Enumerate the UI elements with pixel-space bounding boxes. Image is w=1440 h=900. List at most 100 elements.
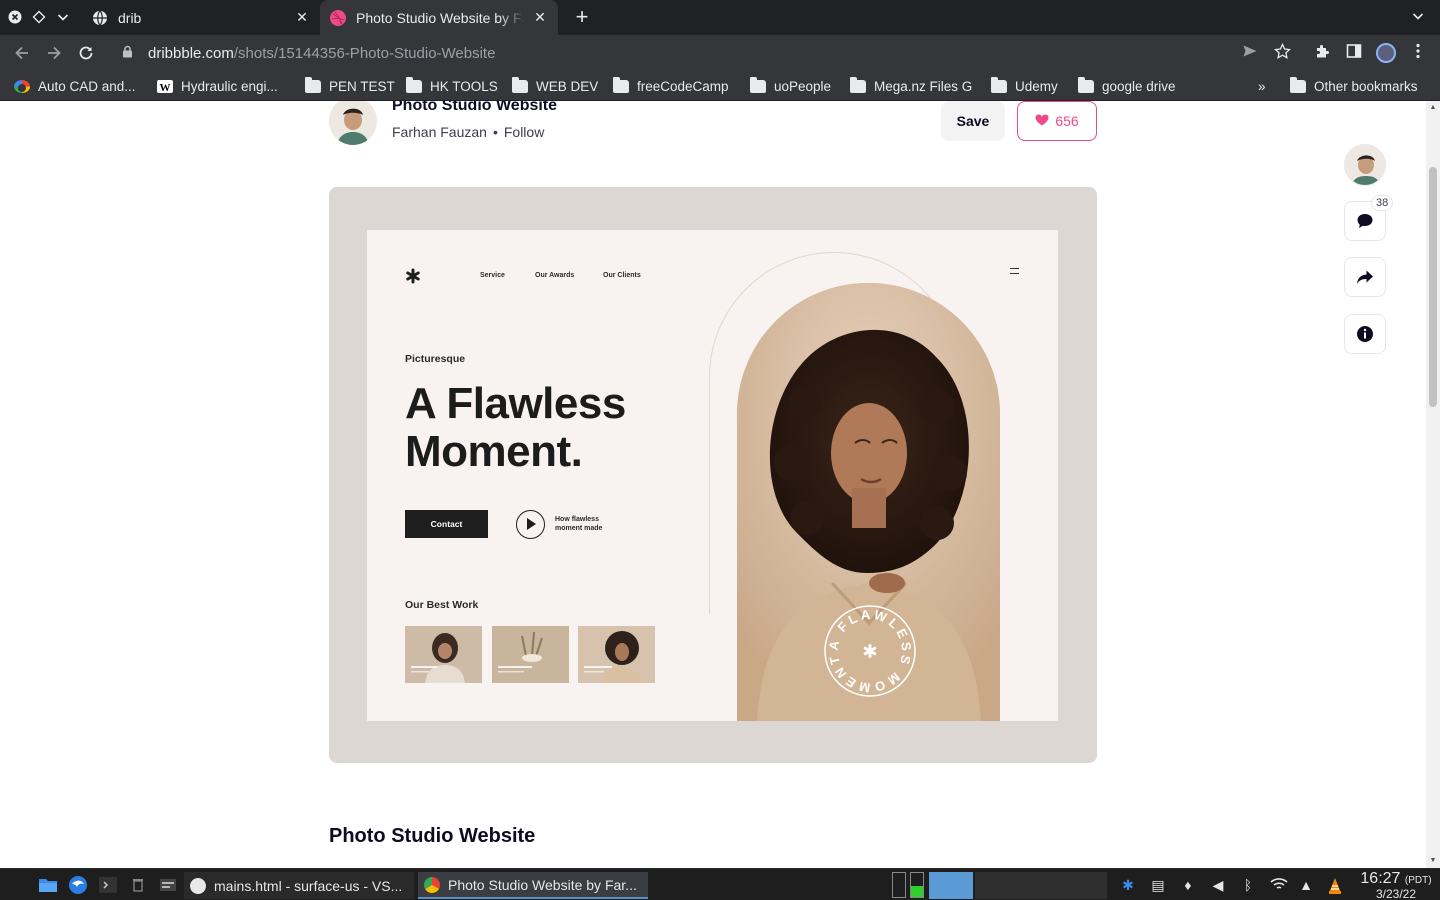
lock-icon[interactable]	[122, 45, 136, 61]
bookmark-folder[interactable]: Mega.nz Files G	[850, 76, 972, 95]
send-tab-icon[interactable]	[1240, 43, 1260, 63]
mock-menu-icon	[1010, 268, 1019, 274]
mock-headline-line: Moment.	[405, 427, 583, 476]
tab-title: Photo Studio Website by Fa	[356, 9, 524, 26]
bookmark-item[interactable]: W Hydraulic engi...	[157, 77, 278, 95]
clipboard-icon[interactable]: ▤	[1150, 877, 1166, 893]
bookmark-item[interactable]: Auto CAD and...	[14, 77, 136, 95]
comments-count-badge: 38	[1371, 195, 1394, 211]
side-panel-icon[interactable]	[1344, 43, 1364, 63]
mock-play-label: How flawless moment made	[555, 516, 603, 532]
designer-avatar[interactable]	[1344, 144, 1386, 186]
volume-icon[interactable]: ◀	[1210, 877, 1226, 893]
folder-icon	[850, 76, 866, 93]
share-button[interactable]	[1344, 257, 1386, 297]
folder-icon	[1290, 76, 1306, 93]
bookmark-label: Udemy	[1015, 78, 1058, 94]
reload-button[interactable]	[74, 42, 98, 64]
trash-icon[interactable]	[128, 875, 148, 895]
comments-button[interactable]: 38	[1344, 195, 1394, 241]
info-button[interactable]	[1344, 314, 1386, 354]
google-icon	[14, 79, 30, 93]
tab-photo-studio[interactable]: Photo Studio Website by Fa ✕	[320, 0, 558, 35]
workspace-3[interactable]	[1019, 872, 1063, 899]
bookmark-star-icon[interactable]	[1272, 42, 1292, 63]
tray-expand-icon[interactable]: ▲	[1298, 877, 1314, 893]
extensions-puzzle-icon[interactable]	[1312, 43, 1332, 63]
tab-search-chevron-icon[interactable]	[1410, 9, 1426, 25]
back-button[interactable]	[10, 42, 34, 64]
page-scrollbar[interactable]: ▲ ▼	[1426, 101, 1440, 868]
window-diamond-icon[interactable]	[32, 10, 46, 24]
save-button[interactable]: Save	[941, 101, 1005, 141]
mock-flawless-badge: A FLAWLESS MOMENT	[823, 604, 917, 698]
bookmark-label: Hydraulic engi...	[181, 78, 278, 94]
wifi-icon[interactable]	[1270, 877, 1288, 893]
workspace-4[interactable]	[1063, 872, 1107, 899]
mock-nav-item: Our Clients	[603, 272, 641, 279]
vlc-icon[interactable]	[1326, 877, 1342, 894]
app-launcher-icon[interactable]	[8, 875, 28, 895]
shot-title: Photo Studio Website	[392, 101, 558, 114]
tab-close-icon[interactable]: ✕	[294, 9, 310, 26]
taskbar-task-chrome[interactable]: Photo Studio Website by Far...	[418, 872, 648, 899]
scroll-down-arrow-icon[interactable]: ▼	[1429, 857, 1437, 865]
system-clock[interactable]: 16:27 (PDT) 3/23/22	[1354, 870, 1438, 900]
os-taskbar: mains.html - surface-us - VS... Photo St…	[0, 868, 1440, 900]
browser-launcher-icon[interactable]	[68, 875, 88, 895]
bookmark-folder[interactable]: freeCodeCamp	[613, 76, 729, 95]
bookmarks-overflow-button[interactable]: »	[1258, 77, 1266, 95]
tab-drib[interactable]: drib ✕	[82, 0, 320, 35]
forward-button[interactable]	[42, 42, 66, 64]
workspace-1[interactable]	[929, 872, 973, 899]
vscode-icon	[190, 877, 206, 894]
bluetooth-manager-icon[interactable]: ✱	[1120, 877, 1136, 893]
file-manager-icon[interactable]	[38, 875, 58, 895]
scrollbar-thumb[interactable]	[1429, 167, 1437, 407]
cpu-meter-icon	[892, 872, 906, 898]
shot-image[interactable]: Service Our Awards Our Clients Picturesq…	[329, 187, 1097, 763]
bookmark-label: google drive	[1102, 78, 1176, 94]
mock-work-thumbnail	[405, 626, 482, 683]
new-tab-button[interactable]: +	[570, 5, 594, 29]
globe-icon	[92, 10, 108, 26]
bookmark-label: Auto CAD and...	[38, 78, 136, 94]
task-manager-icon[interactable]	[158, 875, 178, 895]
folder-icon	[305, 76, 321, 93]
tab-title: drib	[118, 9, 142, 26]
profile-avatar[interactable]	[1376, 43, 1396, 63]
scroll-up-arrow-icon[interactable]: ▲	[1429, 104, 1437, 112]
workspace-2[interactable]	[975, 872, 1019, 899]
folder-icon	[991, 76, 1007, 93]
bluetooth-icon[interactable]: ᛒ	[1240, 877, 1256, 893]
bookmark-label: freeCodeCamp	[637, 78, 729, 94]
bookmark-folder[interactable]: WEB DEV	[512, 76, 598, 95]
window-menu-chevron-icon[interactable]	[56, 10, 70, 24]
follow-link[interactable]: Follow	[504, 124, 544, 140]
like-button[interactable]: 656	[1017, 101, 1097, 141]
bookmark-folder[interactable]: HK TOOLS	[406, 76, 498, 95]
bookmark-folder[interactable]: uoPeople	[750, 76, 831, 95]
clock-time: 16:27	[1360, 870, 1401, 887]
mock-section-title: Our Best Work	[405, 599, 479, 611]
bookmark-folder[interactable]: google drive	[1078, 76, 1176, 95]
url-host: dribbble.com	[148, 44, 234, 62]
info-icon	[1357, 326, 1373, 342]
mock-contact-button: Contact	[405, 510, 488, 538]
chrome-menu-icon[interactable]	[1408, 43, 1428, 63]
folder-icon	[406, 76, 422, 93]
taskbar-task-vscode[interactable]: mains.html - surface-us - VS...	[184, 872, 414, 899]
author-name[interactable]: Farhan Fauzan	[392, 124, 487, 140]
terminal-icon[interactable]	[98, 875, 118, 895]
author-avatar[interactable]	[329, 101, 377, 145]
clock-timezone: (PDT)	[1404, 875, 1432, 886]
mock-play-icon	[516, 510, 545, 539]
bookmark-folder[interactable]: PEN TEST	[305, 76, 395, 95]
other-bookmarks-folder[interactable]: Other bookmarks	[1290, 76, 1418, 95]
bookmark-folder[interactable]: Udemy	[991, 76, 1058, 95]
window-close-icon[interactable]	[8, 10, 22, 24]
address-bar[interactable]: dribbble.com/shots/15144356-Photo-Studio…	[108, 38, 1302, 68]
lightbulb-icon[interactable]: ♦	[1180, 877, 1196, 893]
folder-icon	[750, 76, 766, 93]
tab-close-icon[interactable]: ✕	[532, 9, 548, 26]
